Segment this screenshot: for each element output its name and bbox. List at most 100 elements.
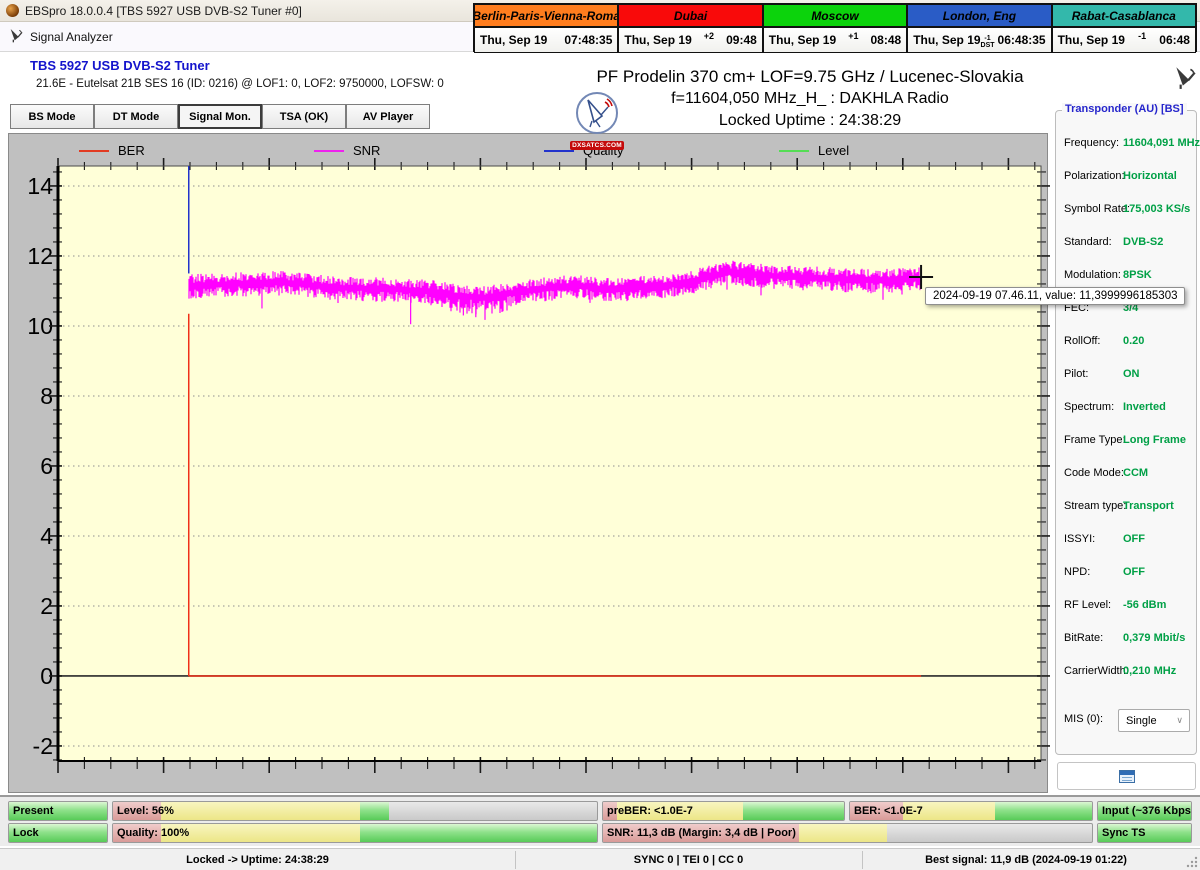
clock-utc-offset: -1 xyxy=(1125,32,1159,41)
transponder-row-value: OFF xyxy=(1123,533,1145,545)
transponder-row: RF Level: -56 dBm xyxy=(1056,595,1198,615)
status-bar-input: Input (~376 Kbps) xyxy=(1097,801,1192,821)
transponder-row-label: Symbol Rate: xyxy=(1064,203,1130,215)
statusbar: Locked -> Uptime: 24:38:29 SYNC 0 | TEI … xyxy=(0,848,1200,870)
transponder-row-value: 175,003 KS/s xyxy=(1123,203,1190,215)
clock-utc-offset: +2 xyxy=(692,32,726,41)
clock-date: Thu, Sep 19 xyxy=(1058,33,1125,47)
clock-city-header: London, Eng xyxy=(907,4,1051,27)
statusbar-best-signal: Best signal: 11,9 dB (2024-09-19 01:22) xyxy=(862,849,1190,870)
transport-list-icon xyxy=(1119,770,1135,783)
signal-chart-panel: BERSNRQualityLevel -202468101214 xyxy=(8,133,1048,793)
clock-city-header: Moscow xyxy=(763,4,907,27)
clock-date: Thu, Sep 19 xyxy=(913,33,980,47)
transponder-row-label: RF Level: xyxy=(1064,599,1111,611)
bar-zone-green xyxy=(360,802,389,820)
y-tick-label: -2 xyxy=(9,733,53,759)
clock-date: Thu, Sep 19 xyxy=(769,33,836,47)
tab-tsa-ok-[interactable]: TSA (OK) xyxy=(262,104,346,129)
bar-zone-green xyxy=(360,824,597,842)
dxsatcs-logo: DXSATCS.COM xyxy=(566,92,628,144)
transponder-row-value: OFF xyxy=(1123,566,1145,578)
transponder-row: BitRate: 0,379 Mbit/s xyxy=(1056,628,1198,648)
resize-grip[interactable] xyxy=(1185,855,1198,870)
transponder-row: Symbol Rate:175,003 KS/s xyxy=(1056,199,1198,219)
mis-dropdown[interactable]: Single ∨ xyxy=(1118,709,1190,732)
legend-item-ber: BER xyxy=(79,143,145,158)
bar-zone-yellow xyxy=(799,824,887,842)
transponder-row-label: RollOff: xyxy=(1064,335,1100,347)
status-bar-present: Present xyxy=(8,801,108,821)
status-bar-label: SNR: 11,3 dB (Margin: 3,4 dB | Poor) xyxy=(607,824,796,842)
transponder-row-value: 8PSK xyxy=(1123,269,1152,281)
clock-value-cell: Thu, Sep 19+108:48 xyxy=(763,27,907,53)
y-tick-label: 12 xyxy=(9,243,53,269)
transponder-row-label: BitRate: xyxy=(1064,632,1103,644)
y-tick-label: 4 xyxy=(9,523,53,549)
transponder-row: CarrierWidth:0,210 MHz xyxy=(1056,661,1198,681)
clock-time: 06:48 xyxy=(1159,33,1190,47)
transponder-row-value: 0,379 Mbit/s xyxy=(1123,632,1185,644)
status-bar-label: Lock xyxy=(13,824,39,842)
dxsatcs-logo-icon xyxy=(576,92,618,134)
status-bar-label: Present xyxy=(13,802,53,820)
transponder-row-value: Horizontal xyxy=(1123,170,1177,182)
bar-zone-yellow xyxy=(161,824,359,842)
tuner-name: TBS 5927 USB DVB-S2 Tuner xyxy=(30,58,210,73)
window-title: EBSpro 18.0.0.4 [TBS 5927 USB DVB-S2 Tun… xyxy=(25,4,302,18)
legend-item-level: Level xyxy=(779,143,849,158)
mis-row: MIS (0): Single ∨ xyxy=(1056,709,1198,733)
status-bar-label: Sync TS xyxy=(1102,824,1145,842)
statusbar-uptime: Locked -> Uptime: 24:38:29 xyxy=(0,849,515,870)
status-bar-label: BER: <1.0E-7 xyxy=(854,802,923,820)
transponder-row: Polarization:Horizontal xyxy=(1056,166,1198,186)
transponder-row-label: Pilot: xyxy=(1064,368,1088,380)
clock-time: 06:48:35 xyxy=(998,33,1046,47)
transponder-row-value: -56 dBm xyxy=(1123,599,1166,611)
legend-label: SNR xyxy=(353,143,380,158)
mode-tabs: BS ModeDT ModeSignal Mon.TSA (OK)AV Play… xyxy=(10,104,430,129)
status-bar-snr: SNR: 11,3 dB (Margin: 3,4 dB | Poor) xyxy=(602,823,1093,843)
legend-swatch xyxy=(79,150,109,152)
transponder-row: RollOff:0.20 xyxy=(1056,331,1198,351)
site-header: PF Prodelin 370 cm+ LOF=9.75 GHz / Lucen… xyxy=(560,66,1060,132)
transponder-row-label: Frame Type: xyxy=(1064,434,1126,446)
signal-plot[interactable] xyxy=(58,166,1041,761)
satellite-dish-icon xyxy=(8,27,24,46)
world-clock-panel: Berlin-Paris-Vienna-RomaDubaiMoscowLondo… xyxy=(473,3,1197,52)
mis-label: MIS (0): xyxy=(1064,713,1103,725)
transponder-panel-title: Transponder (AU) [BS] xyxy=(1062,103,1187,115)
status-bars-area: Present Level: 56% preBER: <1.0E-7 BER: <1.… xyxy=(0,795,1200,846)
header-line-1: PF Prodelin 370 cm+ LOF=9.75 GHz / Lucen… xyxy=(560,66,1060,88)
status-bar-label: preBER: <1.0E-7 xyxy=(607,802,693,820)
tab-av-player[interactable]: AV Player xyxy=(346,104,430,129)
tab-dt-mode[interactable]: DT Mode xyxy=(94,104,178,129)
y-tick-label: 14 xyxy=(9,173,53,199)
clock-time: 07:48:35 xyxy=(564,33,612,47)
chart-tooltip: 2024-09-19 07.46.11, value: 11,399999618… xyxy=(925,287,1185,305)
bar-zone-green xyxy=(995,802,1092,820)
legend-label: Level xyxy=(818,143,849,158)
transponder-row-label: Standard: xyxy=(1064,236,1112,248)
statusbar-sync-counters: SYNC 0 | TEI 0 | CC 0 xyxy=(515,849,862,870)
clock-value-cell: Thu, Sep 19-1DST06:48:35 xyxy=(907,27,1051,53)
tab-bs-mode[interactable]: BS Mode xyxy=(10,104,94,129)
transponder-row: NPD: OFF xyxy=(1056,562,1198,582)
satellite-dish-icon-top-right xyxy=(1172,64,1198,95)
menu-item-signal-analyzer[interactable]: Signal Analyzer xyxy=(30,30,113,44)
app-window: EBSpro 18.0.0.4 [TBS 5927 USB DVB-S2 Tun… xyxy=(0,0,1200,870)
status-bar-label: Level: 56% xyxy=(117,802,174,820)
tab-signal-mon-[interactable]: Signal Mon. xyxy=(178,104,262,129)
transponder-row: Code Mode:CCM xyxy=(1056,463,1198,483)
transponder-row-value: 0,210 MHz xyxy=(1123,665,1176,677)
transponder-row: ISSYI:OFF xyxy=(1056,529,1198,549)
transponder-row: Pilot:ON xyxy=(1056,364,1198,384)
legend-swatch xyxy=(314,150,344,152)
transponder-row-label: NPD: xyxy=(1064,566,1090,578)
transponder-row: Frame Type:Long Frame xyxy=(1056,430,1198,450)
transponder-row-value: Long Frame xyxy=(1123,434,1186,446)
transport-info-button[interactable] xyxy=(1057,762,1196,790)
y-tick-label: 6 xyxy=(9,453,53,479)
status-bar-label: Quality: 100% xyxy=(117,824,189,842)
bar-zone-green xyxy=(743,802,844,820)
